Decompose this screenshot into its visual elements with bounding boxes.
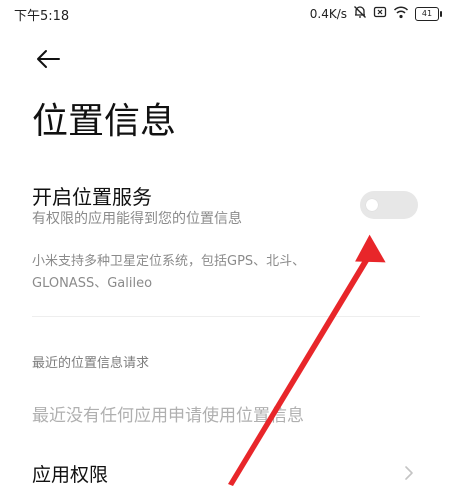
satellite-support-text: 小米支持多种卫星定位系统，包括GPS、北斗、GLONASS、Galileo <box>32 254 306 291</box>
back-arrow-icon <box>37 50 60 68</box>
page-title: 位置信息 <box>32 101 177 142</box>
net-speed: 0.4K/s <box>309 6 347 21</box>
location-service-title: 开启位置服务 <box>32 185 152 209</box>
location-service-subtitle: 有权限的应用能得到您的位置信息 <box>32 211 242 227</box>
toggle-knob <box>366 199 378 211</box>
divider <box>32 316 420 317</box>
wifi-icon <box>393 5 409 22</box>
chevron-right-icon[interactable] <box>402 463 416 483</box>
status-icons: 0.4K/s 41 <box>309 5 442 22</box>
recent-requests-empty: 最近没有任何应用申请使用位置信息 <box>32 406 304 426</box>
status-time: 下午5:18 <box>14 9 70 24</box>
sim-x-icon <box>373 5 387 22</box>
location-service-toggle[interactable] <box>360 191 418 219</box>
recent-requests-heading: 最近的位置信息请求 <box>32 356 150 371</box>
bell-muted-icon <box>353 5 367 22</box>
status-bar: 下午5:18 0.4K/s 41 <box>0 0 453 28</box>
back-button[interactable] <box>32 44 66 74</box>
battery-icon: 41 <box>415 6 442 21</box>
app-permissions-item[interactable]: 应用权限 <box>32 460 108 487</box>
